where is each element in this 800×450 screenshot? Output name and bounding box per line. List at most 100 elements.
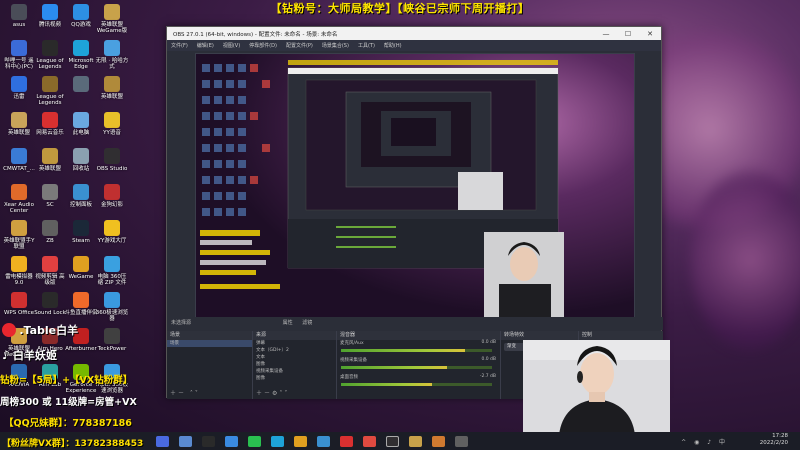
close-icon[interactable]: ✕ bbox=[639, 30, 661, 38]
desktop-icon[interactable]: YY语音 bbox=[95, 112, 129, 136]
desktop-icon[interactable]: SC bbox=[33, 184, 67, 208]
source-item[interactable]: 图像 bbox=[253, 361, 336, 368]
diamond-fans-line: 钻粉=【5局】+【VX钻粉群】 bbox=[0, 375, 133, 386]
desktop-icon-label: YY游戏大厅 bbox=[97, 238, 127, 244]
wegame-icon bbox=[73, 256, 89, 272]
edge-icon bbox=[73, 40, 89, 56]
app-icon bbox=[11, 148, 27, 164]
app-icon[interactable] bbox=[317, 435, 330, 447]
desktop-icon-label: SC bbox=[46, 202, 54, 208]
menu-profile[interactable]: 配置文件(P) bbox=[286, 42, 313, 49]
desktop-icon[interactable]: 英雄联盟手Y联盟 bbox=[2, 220, 36, 250]
desktop-icon[interactable]: 无限 · 哈哈方式 bbox=[95, 40, 129, 70]
menu-view[interactable]: 视图(V) bbox=[223, 42, 240, 49]
mixer-channel-name: 视频采集设备 bbox=[340, 358, 367, 363]
desktop-icon[interactable]: Xear Audio Center bbox=[2, 184, 36, 214]
desktop-icon[interactable]: 视频剪辑 高级版 bbox=[33, 256, 67, 286]
desktop-icon[interactable]: 雷电模拟器9.0 bbox=[2, 256, 36, 286]
desktop-icon[interactable]: CMWTAT_... bbox=[2, 148, 36, 172]
desktop-icon[interactable]: 迅雷 bbox=[2, 76, 36, 100]
wegame-icon[interactable] bbox=[294, 435, 307, 447]
desktop-icon[interactable]: Sound Lock bbox=[33, 292, 67, 316]
lol-icon[interactable] bbox=[409, 435, 422, 447]
desktop-icon[interactable]: 哔哩一号 遥科中心(PC) bbox=[2, 40, 36, 70]
lol-icon bbox=[11, 112, 27, 128]
desktop-icon[interactable]: 此电脑 bbox=[64, 112, 98, 136]
desktop-icon[interactable]: 斗鱼直播伴侣 bbox=[64, 292, 98, 316]
desktop-icon-label: League of Legends bbox=[36, 94, 64, 106]
minimize-icon[interactable]: — bbox=[595, 30, 617, 38]
obs-title-text: OBS 27.0.1 (64-bit, windows) - 配置文件: 未命名… bbox=[173, 31, 338, 38]
desktop-icon[interactable]: ZB bbox=[33, 220, 67, 244]
desktop-icon-label: QQ游戏 bbox=[71, 22, 91, 28]
menu-scene-collection[interactable]: 场景集合(S) bbox=[322, 42, 349, 49]
desktop-icon[interactable]: 电脑 360压缩 ZIP 文件 bbox=[95, 256, 129, 286]
desktop-icon-label: CMWTAT_... bbox=[3, 166, 35, 172]
desktop-icon[interactable]: TeckPower bbox=[95, 328, 129, 352]
search-icon[interactable] bbox=[179, 435, 192, 447]
clock[interactable]: 17:28 2022/2/20 bbox=[760, 433, 788, 447]
app-icon bbox=[104, 328, 120, 344]
source-item[interactable]: 文本 bbox=[253, 354, 336, 361]
menu-docks[interactable]: 停靠部件(D) bbox=[249, 42, 277, 49]
netease-music-icon[interactable] bbox=[340, 435, 353, 447]
desktop-icon[interactable]: YY游戏大厅 bbox=[95, 220, 129, 244]
desktop-icon[interactable]: 网易云音乐 bbox=[33, 112, 67, 136]
steam-icon[interactable] bbox=[202, 435, 215, 447]
source-item[interactable]: 图像 bbox=[253, 375, 336, 382]
browser-icon bbox=[104, 292, 120, 308]
obs-title-bar[interactable]: OBS 27.0.1 (64-bit, windows) - 配置文件: 未命名… bbox=[167, 27, 661, 40]
properties-button[interactable]: 属性 bbox=[283, 320, 293, 326]
app-icon[interactable] bbox=[432, 435, 445, 447]
desktop-icon-label: Afterburner bbox=[65, 346, 97, 352]
app-icon[interactable] bbox=[455, 435, 468, 447]
start-icon[interactable] bbox=[156, 435, 169, 447]
source-item[interactable]: 文本（GDI+）2 bbox=[253, 347, 336, 354]
desktop-icon[interactable]: 360极速浏览器 bbox=[95, 292, 129, 322]
obs-icon[interactable] bbox=[386, 435, 399, 447]
desktop-icon[interactable]: League of Legends bbox=[33, 40, 67, 70]
desktop-icon[interactable]: WeGame bbox=[64, 256, 98, 280]
desktop-icon[interactable] bbox=[64, 76, 98, 94]
desktop-icon[interactable]: Steam bbox=[64, 220, 98, 244]
desktop-icon[interactable]: 英雄联盟 bbox=[33, 148, 67, 172]
app-icon bbox=[11, 40, 27, 56]
ldplayer-icon bbox=[11, 256, 27, 272]
scene-controls[interactable]: ＋－ ˄˅ bbox=[170, 388, 200, 397]
scene-item[interactable]: 场景 bbox=[167, 340, 252, 347]
douyin-note-icon: ♪ bbox=[2, 348, 10, 362]
desktop-icon[interactable]: League of Legends bbox=[33, 76, 67, 106]
mixer-channel-name: 桌面音频 bbox=[340, 375, 358, 380]
source-item[interactable]: 弹幕 bbox=[253, 340, 336, 347]
desktop-icon[interactable]: 金狗幻影 bbox=[95, 184, 129, 208]
file-explorer-icon[interactable] bbox=[225, 435, 238, 447]
lol-icon bbox=[42, 148, 58, 164]
desktop-icon[interactable]: OBS Studio bbox=[95, 148, 129, 172]
webcam-feed bbox=[523, 340, 670, 435]
fan-badge-group-line: 【粉丝牌VX群】：13782388453 bbox=[2, 439, 144, 449]
desktop-icon-label: ZB bbox=[46, 238, 54, 244]
desktop-icon[interactable]: WPS Office bbox=[2, 292, 36, 316]
filters-button[interactable]: 滤镜 bbox=[302, 320, 312, 326]
desktop-icon[interactable]: 控制面板 bbox=[64, 184, 98, 208]
tiktok-name: .Table白羊 bbox=[19, 324, 79, 337]
browser-icon[interactable] bbox=[363, 435, 376, 447]
desktop-icon[interactable]: 回收站 bbox=[64, 148, 98, 172]
desktop-icon[interactable]: 英雄联盟 bbox=[95, 76, 129, 100]
system-tray[interactable]: ^ ◉ ♪ 中 bbox=[681, 437, 728, 446]
edge-icon[interactable] bbox=[271, 435, 284, 447]
menu-edit[interactable]: 编辑(E) bbox=[197, 42, 214, 49]
menu-file[interactable]: 文件(F) bbox=[171, 42, 188, 49]
obs-preview-canvas[interactable] bbox=[195, 53, 635, 327]
zip-icon bbox=[104, 256, 120, 272]
source-item[interactable]: 视频采集设备 bbox=[253, 368, 336, 375]
desktop-icon-label: 雷电模拟器9.0 bbox=[5, 274, 33, 286]
desktop-icon[interactable]: Microsoft Edge bbox=[64, 40, 98, 70]
menu-help[interactable]: 帮助(H) bbox=[384, 42, 402, 49]
desktop-icon[interactable]: 英雄联盟 bbox=[2, 112, 36, 136]
maximize-icon[interactable]: ☐ bbox=[617, 30, 639, 38]
wechat-icon[interactable] bbox=[248, 435, 261, 447]
menu-tools[interactable]: 工具(T) bbox=[358, 42, 375, 49]
source-controls[interactable]: ＋－⚙˄˅ bbox=[256, 388, 289, 397]
desktop-icon-label: 控制面板 bbox=[69, 202, 92, 208]
